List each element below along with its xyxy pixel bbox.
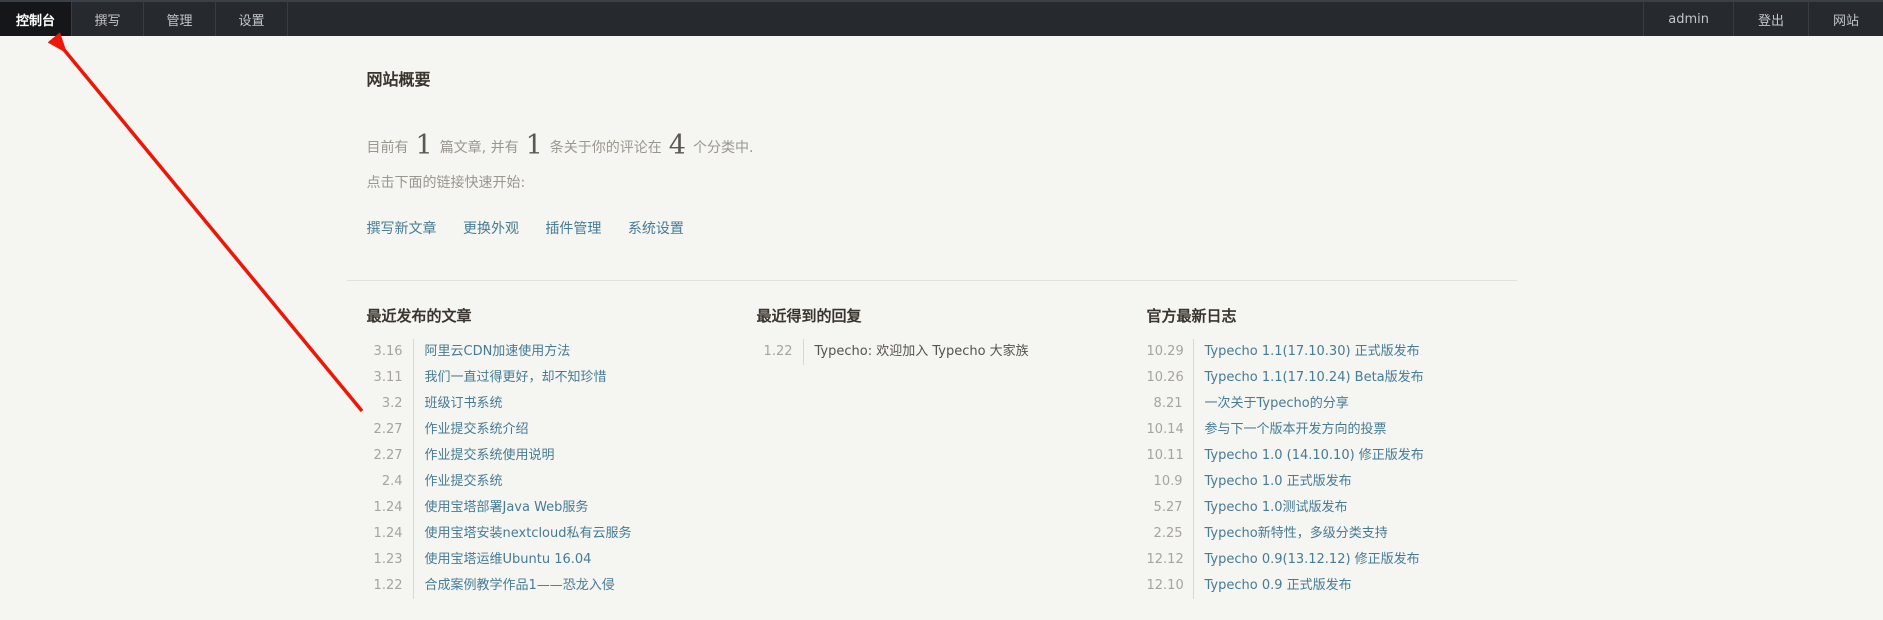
news-date: 10.26 — [1147, 365, 1193, 391]
news-date: 10.14 — [1147, 417, 1193, 443]
stats-text: 篇文章, 并有 — [440, 140, 519, 156]
nav-user-admin[interactable]: admin — [1643, 2, 1733, 36]
nav-tab-manage[interactable]: 管理 — [144, 2, 216, 36]
list-item: 12.10 Typecho 0.9 正式版发布 — [1147, 573, 1527, 599]
list-item: 10.29 Typecho 1.1(17.10.30) 正式版发布 — [1147, 339, 1527, 365]
list-item: 8.21 一次关于Typecho的分享 — [1147, 391, 1527, 417]
nav-tab-console[interactable]: 控制台 — [0, 2, 72, 36]
link-write-new-post[interactable]: 撰写新文章 — [367, 221, 437, 237]
list-item: 10.9 Typecho 1.0 正式版发布 — [1147, 469, 1527, 495]
news-link[interactable]: Typecho 1.0 (14.10.10) 修正版发布 — [1193, 443, 1424, 469]
official-news-list: 10.29 Typecho 1.1(17.10.30) 正式版发布 10.26 … — [1147, 339, 1527, 599]
list-item: 10.11 Typecho 1.0 (14.10.10) 修正版发布 — [1147, 443, 1527, 469]
post-link[interactable]: 阿里云CDN加速使用方法 — [413, 339, 571, 365]
post-date: 2.27 — [367, 417, 413, 443]
post-date: 3.11 — [367, 365, 413, 391]
news-date: 12.12 — [1147, 547, 1193, 573]
post-date: 1.24 — [367, 521, 413, 547]
list-item: 12.12 Typecho 0.9(13.12.12) 修正版发布 — [1147, 547, 1527, 573]
news-link[interactable]: Typecho 1.1(17.10.30) 正式版发布 — [1193, 339, 1420, 365]
post-link[interactable]: 使用宝塔安装nextcloud私有云服务 — [413, 521, 632, 547]
list-item: 3.16 阿里云CDN加速使用方法 — [367, 339, 747, 365]
news-date: 5.27 — [1147, 495, 1193, 521]
site-stats-line: 目前有 1 篇文章, 并有 1 条关于你的评论在 4 个分类中. — [357, 130, 1527, 164]
list-item: 1.23 使用宝塔运维Ubuntu 16.04 — [367, 547, 747, 573]
stats-text: 条关于你的评论在 — [550, 140, 662, 156]
post-link[interactable]: 使用宝塔部署Java Web服务 — [413, 495, 589, 521]
dashboard-container: 网站概要 目前有 1 篇文章, 并有 1 条关于你的评论在 4 个分类中. 点击下面的链接快… — [357, 0, 1527, 599]
official-news-column: 官方最新日志 10.29 Typecho 1.1(17.10.30) 正式版发布… — [1137, 305, 1527, 599]
list-item: 2.27 作业提交系统使用说明 — [367, 443, 747, 469]
post-date: 3.16 — [367, 339, 413, 365]
post-date: 3.2 — [367, 391, 413, 417]
stat-comment-count: 1 — [526, 130, 543, 161]
dashboard-columns: 最近发布的文章 3.16 阿里云CDN加速使用方法 3.11 我们一直过得更好，… — [357, 305, 1527, 599]
recent-posts-list: 3.16 阿里云CDN加速使用方法 3.11 我们一直过得更好，却不知珍惜 3.… — [367, 339, 747, 599]
list-item: 10.14 参与下一个版本开发方向的投票 — [1147, 417, 1527, 443]
comment-date: 1.22 — [757, 339, 803, 365]
official-news-title: 官方最新日志 — [1147, 305, 1527, 326]
top-navbar: 控制台 撰写 管理 设置 admin 登出 网站 — [0, 0, 1883, 36]
post-link[interactable]: 合成案例教学作品1——恐龙入侵 — [413, 573, 615, 599]
nav-tab-settings[interactable]: 设置 — [216, 2, 288, 36]
list-item: 2.4 作业提交系统 — [367, 469, 747, 495]
post-link[interactable]: 使用宝塔运维Ubuntu 16.04 — [413, 547, 592, 573]
news-link[interactable]: Typecho 1.0测试版发布 — [1193, 495, 1348, 521]
post-date: 1.24 — [367, 495, 413, 521]
list-item: 10.26 Typecho 1.1(17.10.24) Beta版发布 — [1147, 365, 1527, 391]
list-item: 1.22 合成案例教学作品1——恐龙入侵 — [367, 573, 747, 599]
post-date: 1.22 — [367, 573, 413, 599]
post-link[interactable]: 作业提交系统使用说明 — [413, 443, 555, 469]
comment-text: Typecho: 欢迎加入 Typecho 大家族 — [803, 339, 1029, 365]
news-date: 10.9 — [1147, 469, 1193, 495]
navbar-right-group: admin 登出 网站 — [1643, 2, 1883, 36]
list-item: 1.22 Typecho: 欢迎加入 Typecho 大家族 — [757, 339, 1137, 365]
news-date: 12.10 — [1147, 573, 1193, 599]
list-item: 2.25 Typecho新特性，多级分类支持 — [1147, 521, 1527, 547]
news-link[interactable]: Typecho 1.1(17.10.24) Beta版发布 — [1193, 365, 1424, 391]
list-item: 1.24 使用宝塔安装nextcloud私有云服务 — [367, 521, 747, 547]
link-system-settings[interactable]: 系统设置 — [628, 221, 684, 237]
quickstart-label: 点击下面的链接快速开始: — [357, 172, 1527, 192]
news-link[interactable]: Typecho新特性，多级分类支持 — [1193, 521, 1388, 547]
post-link[interactable]: 我们一直过得更好，却不知珍惜 — [413, 365, 607, 391]
link-plugin-manage[interactable]: 插件管理 — [545, 221, 601, 237]
news-date: 2.25 — [1147, 521, 1193, 547]
post-link[interactable]: 班级订书系统 — [413, 391, 503, 417]
post-link[interactable]: 作业提交系统介绍 — [413, 417, 529, 443]
list-item: 2.27 作业提交系统介绍 — [367, 417, 747, 443]
post-date: 2.4 — [367, 469, 413, 495]
stats-text: 目前有 — [367, 140, 409, 156]
nav-tab-write[interactable]: 撰写 — [72, 2, 144, 36]
stats-text: 个分类中. — [693, 140, 753, 156]
news-date: 10.11 — [1147, 443, 1193, 469]
news-link[interactable]: Typecho 0.9 正式版发布 — [1193, 573, 1352, 599]
news-link[interactable]: Typecho 0.9(13.12.12) 修正版发布 — [1193, 547, 1420, 573]
post-date: 1.23 — [367, 547, 413, 573]
recent-comments-column: 最近得到的回复 1.22 Typecho: 欢迎加入 Typecho 大家族 — [747, 305, 1137, 599]
post-link[interactable]: 作业提交系统 — [413, 469, 503, 495]
page-title: 网站概要 — [357, 66, 1527, 90]
nav-logout-link[interactable]: 登出 — [1733, 2, 1808, 36]
recent-comments-title: 最近得到的回复 — [757, 305, 1137, 326]
post-date: 2.27 — [367, 443, 413, 469]
link-change-theme[interactable]: 更换外观 — [463, 221, 519, 237]
list-item: 3.11 我们一直过得更好，却不知珍惜 — [367, 365, 747, 391]
list-item: 3.2 班级订书系统 — [367, 391, 747, 417]
stat-post-count: 1 — [416, 130, 433, 161]
section-divider — [347, 280, 1517, 281]
news-date: 8.21 — [1147, 391, 1193, 417]
quickstart-links: 撰写新文章 更换外观 插件管理 系统设置 — [357, 218, 1527, 238]
list-item: 5.27 Typecho 1.0测试版发布 — [1147, 495, 1527, 521]
recent-posts-column: 最近发布的文章 3.16 阿里云CDN加速使用方法 3.11 我们一直过得更好，… — [357, 305, 747, 599]
news-link[interactable]: Typecho 1.0 正式版发布 — [1193, 469, 1352, 495]
recent-comments-list: 1.22 Typecho: 欢迎加入 Typecho 大家族 — [757, 339, 1137, 365]
recent-posts-title: 最近发布的文章 — [367, 305, 747, 326]
news-link[interactable]: 参与下一个版本开发方向的投票 — [1193, 417, 1387, 443]
news-link[interactable]: 一次关于Typecho的分享 — [1193, 391, 1349, 417]
stat-category-count: 4 — [669, 130, 686, 161]
nav-site-link[interactable]: 网站 — [1808, 2, 1883, 36]
news-date: 10.29 — [1147, 339, 1193, 365]
list-item: 1.24 使用宝塔部署Java Web服务 — [367, 495, 747, 521]
